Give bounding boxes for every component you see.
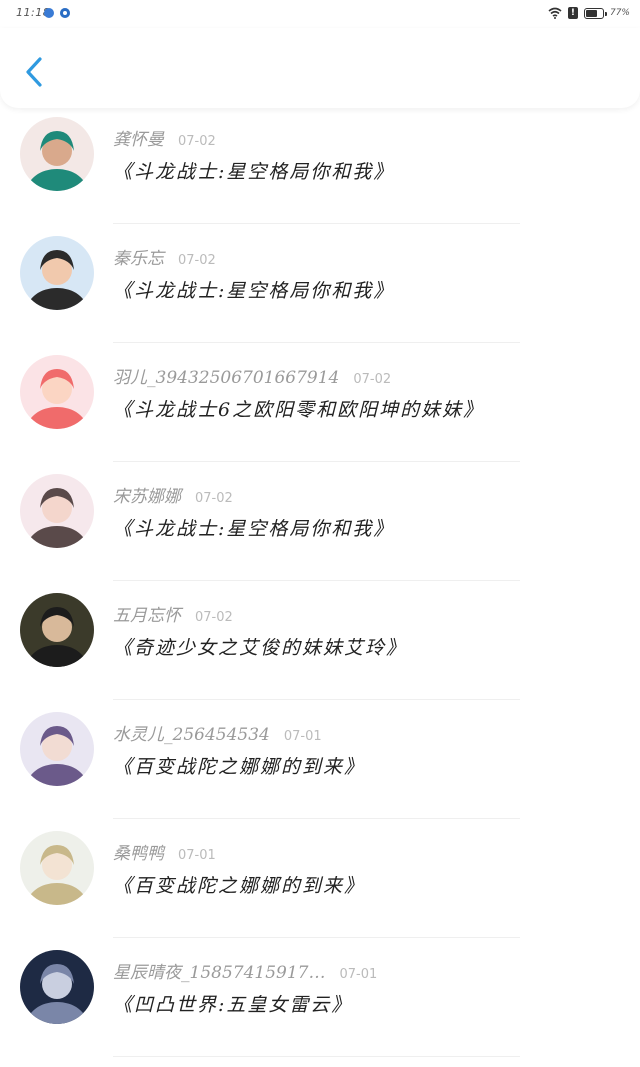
user-name[interactable]: 龚怀曼 07-02 — [113, 125, 216, 150]
post-date: 07-01 — [178, 848, 216, 863]
post-date: 07-01 — [339, 967, 378, 982]
avatar[interactable] — [20, 117, 94, 191]
post-title[interactable]: 《百变战陀之娜娜的到来》 — [113, 752, 365, 779]
post-date: 07-02 — [178, 253, 216, 268]
user-name-text: 秦乐忘 — [113, 249, 164, 269]
user-name-text: 龚怀曼 — [113, 130, 164, 150]
list-item[interactable]: 水灵儿_256454534 07-01 《百变战陀之娜娜的到来》 — [0, 700, 640, 819]
list-item[interactable]: 宋苏娜娜 07-02 《斗龙战士:星空格局你和我》 — [0, 462, 640, 581]
list-item[interactable]: 星辰晴夜_15857415917… 07-01 《凹凸世界:五皇女雷云》 — [0, 938, 640, 1057]
list-item[interactable]: 秦乐忘 07-02 《斗龙战士:星空格局你和我》 — [0, 224, 640, 343]
list-item[interactable]: 五月忘怀 07-02 《奇迹少女之艾俊的妹妹艾玲》 — [0, 581, 640, 700]
post-title[interactable]: 《斗龙战士:星空格局你和我》 — [113, 276, 394, 303]
wifi-icon — [548, 7, 562, 19]
post-date: 07-02 — [178, 134, 216, 149]
user-name[interactable]: 五月忘怀 07-02 — [113, 601, 233, 626]
list-item[interactable]: 龚怀曼 07-02 《斗龙战士:星空格局你和我》 — [0, 105, 640, 224]
avatar[interactable] — [20, 593, 94, 667]
divider — [113, 1056, 520, 1057]
avatar[interactable] — [20, 950, 94, 1024]
chevron-left-icon — [26, 57, 42, 87]
alert-icon: ! — [567, 7, 578, 19]
app-notification-icon — [60, 8, 70, 18]
post-title[interactable]: 《斗龙战士:星空格局你和我》 — [113, 157, 394, 184]
user-name[interactable]: 宋苏娜娜 07-02 — [113, 482, 233, 507]
post-date: 07-02 — [353, 372, 392, 387]
post-title[interactable]: 《奇迹少女之艾俊的妹妹艾玲》 — [113, 633, 407, 660]
post-title[interactable]: 《凹凸世界:五皇女雷云》 — [113, 990, 352, 1017]
post-date: 07-02 — [195, 610, 233, 625]
user-name-text: 五月忘怀 — [113, 606, 181, 626]
status-indicators: ! 77% — [548, 5, 630, 21]
user-name-text: 宋苏娜娜 — [113, 487, 181, 507]
post-date: 07-02 — [195, 491, 233, 506]
comment-list: 龚怀曼 07-02 《斗龙战士:星空格局你和我》 秦乐忘 07-02 《斗龙战士:星空格局… — [0, 105, 640, 1057]
avatar[interactable] — [20, 474, 94, 548]
status-bar: 11:18 ! 77% — [0, 0, 640, 28]
user-name-text: 水灵儿_256454534 — [113, 725, 270, 745]
notification-icon — [44, 8, 54, 18]
post-title[interactable]: 《斗龙战士:星空格局你和我》 — [113, 514, 394, 541]
user-name[interactable]: 羽儿_39432506701667914 07-02 — [113, 363, 391, 388]
post-title[interactable]: 《百变战陀之娜娜的到来》 — [113, 871, 365, 898]
battery-icon — [583, 7, 607, 19]
user-name-text: 桑鸭鸭 — [113, 844, 164, 864]
avatar[interactable] — [20, 831, 94, 905]
user-name[interactable]: 秦乐忘 07-02 — [113, 244, 216, 269]
user-name[interactable]: 星辰晴夜_15857415917… 07-01 — [113, 958, 377, 983]
list-item[interactable]: 羽儿_39432506701667914 07-02 《斗龙战士6之欧阳零和欧阳坤的… — [0, 343, 640, 462]
user-name[interactable]: 桑鸭鸭 07-01 — [113, 839, 216, 864]
avatar[interactable] — [20, 712, 94, 786]
avatar[interactable] — [20, 355, 94, 429]
user-name-text: 羽儿_39432506701667914 — [113, 368, 340, 388]
post-date: 07-01 — [283, 729, 322, 744]
user-name[interactable]: 水灵儿_256454534 07-01 — [113, 720, 322, 745]
top-nav-bar — [0, 28, 640, 108]
user-name-text: 星辰晴夜_15857415917… — [113, 963, 326, 983]
list-item[interactable]: 桑鸭鸭 07-01 《百变战陀之娜娜的到来》 — [0, 819, 640, 938]
battery-percent: 77% — [609, 8, 630, 18]
back-button[interactable] — [14, 50, 54, 90]
post-title[interactable]: 《斗龙战士6之欧阳零和欧阳坤的妹妹》 — [113, 395, 484, 422]
avatar[interactable] — [20, 236, 94, 310]
